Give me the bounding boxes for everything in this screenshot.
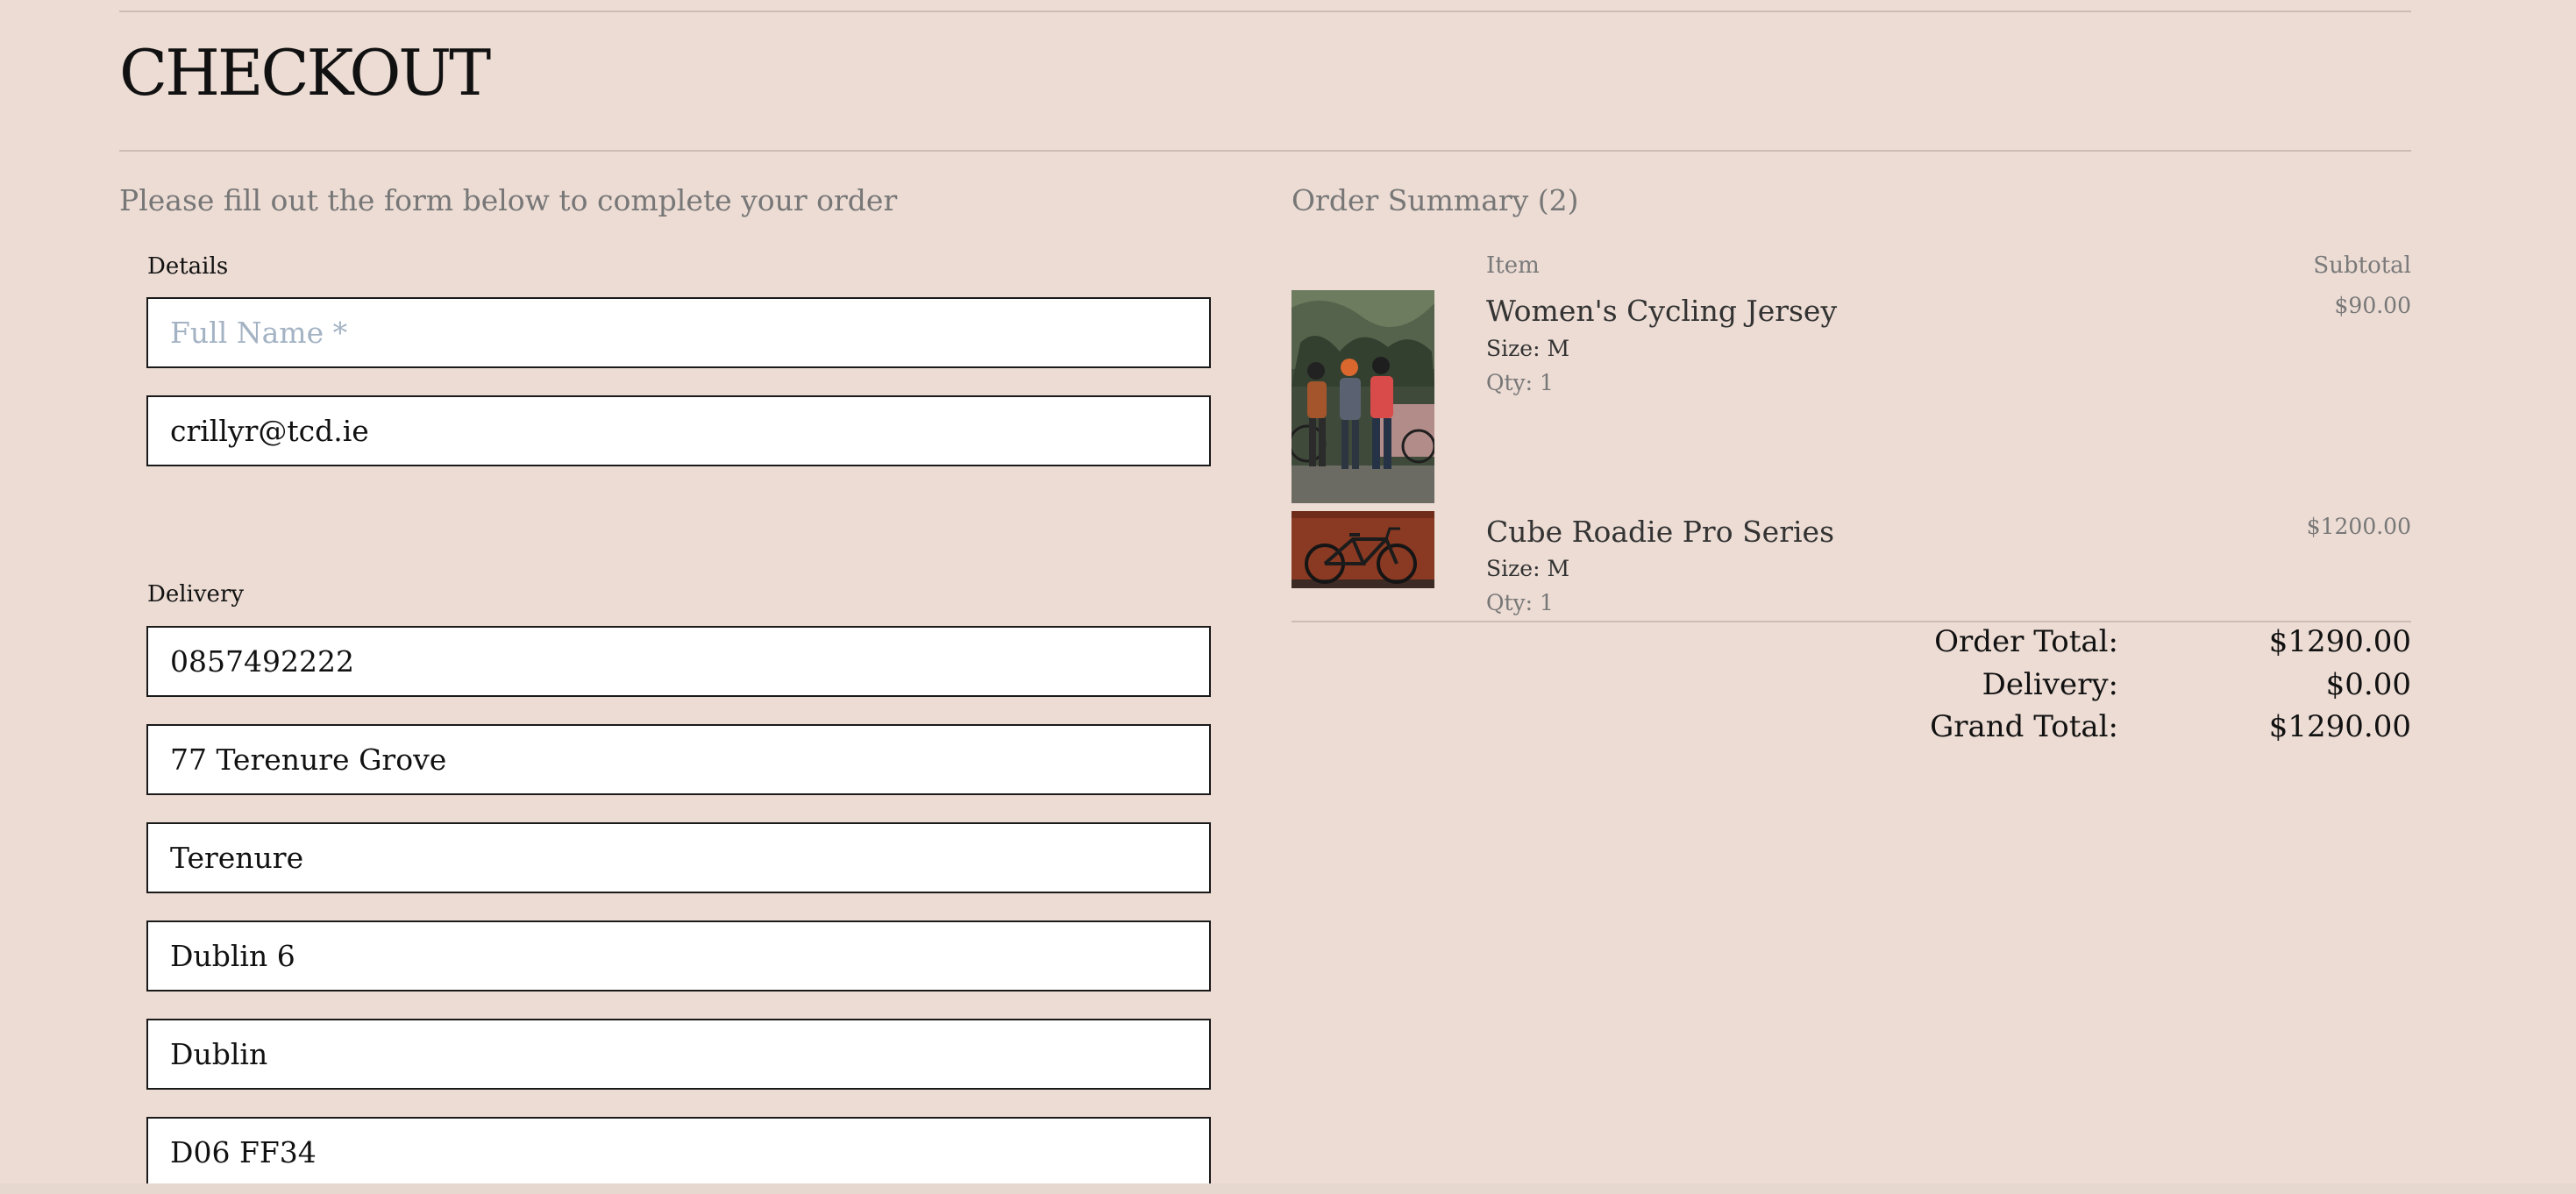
item-name[interactable]: Women's Cycling Jersey: [1486, 292, 1837, 330]
item-column-header: Item: [1486, 252, 1540, 279]
grand-total-value: $1290.00: [2268, 709, 2411, 744]
item-size: Size: M: [1486, 336, 1570, 361]
details-section-label: Details: [147, 253, 229, 280]
item-qty: Qty: 1: [1486, 590, 1554, 615]
postcode-input[interactable]: [146, 1117, 1211, 1188]
cycling-jersey-image[interactable]: [1292, 290, 1434, 503]
road-bike-image[interactable]: [1292, 511, 1434, 588]
full-name-input[interactable]: [146, 297, 1211, 368]
road-bike-photo-icon: [1292, 511, 1434, 588]
order-total-label: Order Total:: [1934, 624, 2118, 659]
phone-input[interactable]: [146, 626, 1211, 697]
grand-total-label: Grand Total:: [1930, 709, 2118, 744]
form-intro: Please fill out the form below to comple…: [119, 183, 898, 217]
order-summary-heading: Order Summary (2): [1292, 183, 1579, 217]
subtotal-column-header: Subtotal: [2313, 252, 2411, 279]
address-line-2-input[interactable]: [146, 822, 1211, 893]
email-input[interactable]: [146, 395, 1211, 466]
item-qty: Qty: 1: [1486, 370, 1554, 395]
item-price: $90.00: [2334, 293, 2411, 318]
item-size: Size: M: [1486, 556, 1570, 581]
top-divider: [119, 11, 2411, 12]
address-line-1-input[interactable]: [146, 724, 1211, 795]
header-divider: [119, 150, 2411, 152]
delivery-section-label: Delivery: [147, 581, 245, 608]
delivery-value: $0.00: [2325, 667, 2411, 702]
cyclists-photo-icon: [1292, 290, 1434, 503]
county-input[interactable]: [146, 1019, 1211, 1090]
item-name[interactable]: Cube Roadie Pro Series: [1486, 513, 1834, 551]
summary-divider: [1292, 621, 2411, 622]
order-total-value: $1290.00: [2268, 624, 2411, 659]
town-input[interactable]: [146, 920, 1211, 991]
delivery-label: Delivery:: [1982, 667, 2118, 702]
page-bottom-edge: [0, 1183, 2576, 1194]
page-title: CHECKOUT: [119, 36, 491, 110]
item-price: $1200.00: [2306, 514, 2411, 539]
